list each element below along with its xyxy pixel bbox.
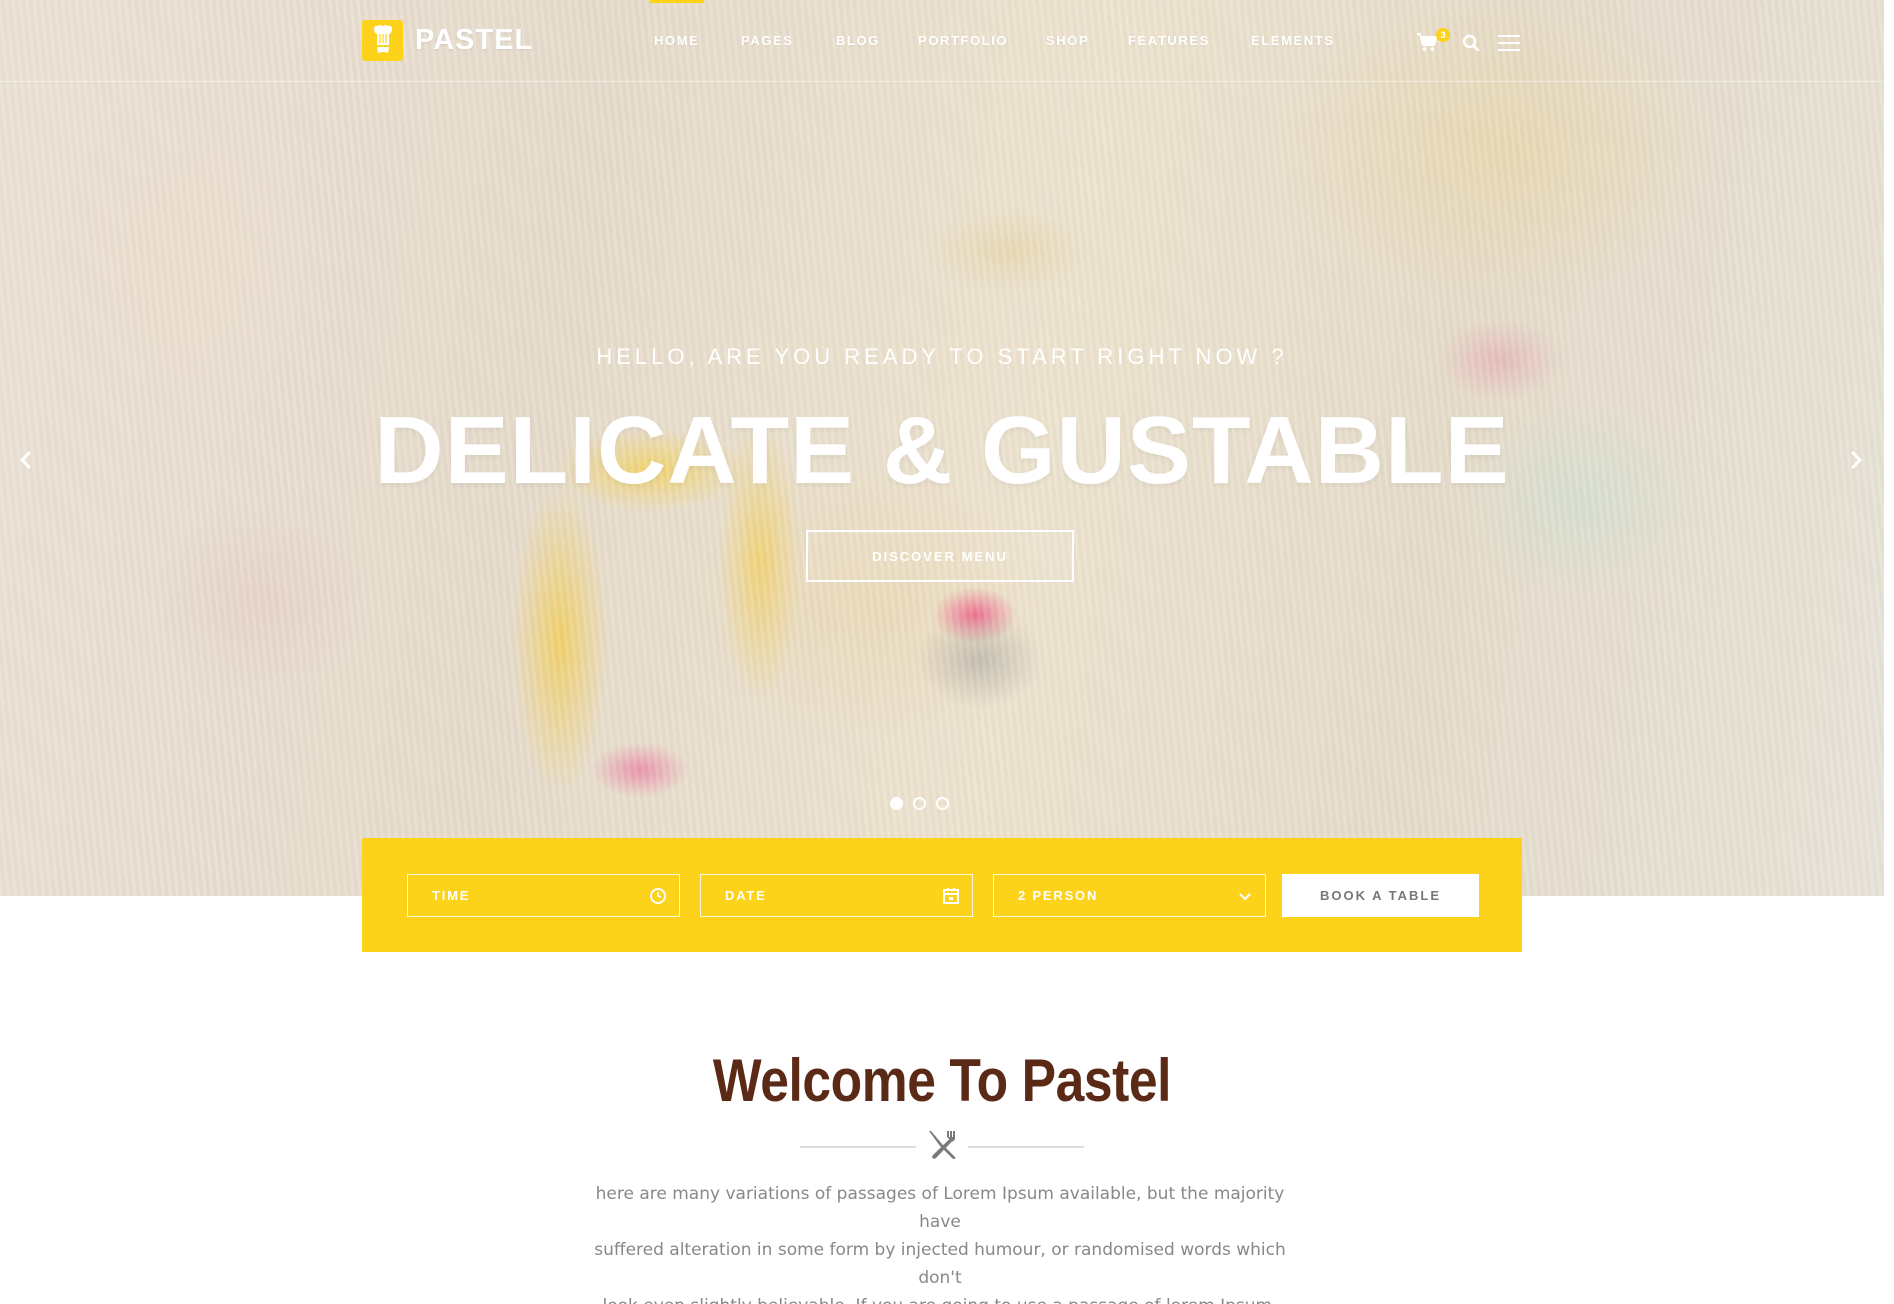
divider-line xyxy=(800,1146,916,1148)
cutlery-icon xyxy=(925,1128,959,1167)
divider-line xyxy=(968,1146,1084,1148)
discover-menu-button[interactable]: DISCOVER MENU xyxy=(806,530,1074,582)
time-field[interactable]: TIME xyxy=(407,874,680,917)
welcome-title: Welcome To Pastel xyxy=(712,1047,1172,1114)
slider-pagination xyxy=(890,797,949,810)
slider-dot[interactable] xyxy=(913,797,926,810)
date-field-placeholder: DATE xyxy=(725,888,767,903)
nav-item-portfolio[interactable]: PORTFOLIO xyxy=(918,33,1008,48)
chef-hat-icon xyxy=(362,19,403,61)
slider-prev-arrow-icon[interactable] xyxy=(14,448,38,472)
persons-select-value: 2 PERSON xyxy=(1018,888,1099,903)
nav-item-features[interactable]: FEATURES xyxy=(1128,33,1210,48)
nav-item-pages[interactable]: PAGES xyxy=(741,33,794,48)
booking-bar: TIME DATE 2 PERSON BOOK A TABLE xyxy=(362,838,1522,952)
site-header: PASTEL 3 HOME PAGES BLOG PORTFOLIO SHOP FEATU… xyxy=(0,0,1884,82)
slider-next-arrow-icon[interactable] xyxy=(1844,448,1868,472)
cart-count-badge: 3 xyxy=(1436,28,1450,42)
time-field-placeholder: TIME xyxy=(432,888,471,903)
section-divider xyxy=(800,1128,1084,1164)
slider-dot[interactable] xyxy=(890,797,903,810)
logo[interactable]: PASTEL xyxy=(362,19,533,61)
welcome-text-line: here are many variations of passages of … xyxy=(595,1184,1285,1232)
clock-icon xyxy=(649,887,667,908)
welcome-text-line: suffered alteration in some form by inje… xyxy=(594,1240,1286,1288)
hero-subtitle: HELLO, ARE YOU READY TO START RIGHT NOW … xyxy=(596,344,1288,369)
menu-icon[interactable] xyxy=(1498,35,1520,56)
search-icon[interactable] xyxy=(1462,34,1480,57)
chevron-down-icon xyxy=(1237,887,1253,908)
nav-item-home[interactable]: HOME xyxy=(654,33,699,48)
calendar-icon xyxy=(942,887,960,908)
book-table-button[interactable]: BOOK A TABLE xyxy=(1282,874,1479,917)
welcome-text-line: look even slightly believable. If you ar… xyxy=(590,1292,1290,1304)
nav-item-blog[interactable]: BLOG xyxy=(836,33,880,48)
persons-select[interactable]: 2 PERSON xyxy=(993,874,1266,917)
cart-icon[interactable] xyxy=(1416,32,1438,57)
welcome-paragraph: here are many variations of passages of … xyxy=(590,1180,1290,1304)
nav-item-elements[interactable]: ELEMENTS xyxy=(1251,33,1335,48)
logo-text: PASTEL xyxy=(415,23,534,56)
nav-active-indicator xyxy=(650,0,704,3)
hero-title: DELICATE & GUSTABLE xyxy=(374,397,1510,504)
hero-slider: HELLO, ARE YOU READY TO START RIGHT NOW … xyxy=(0,0,1884,896)
date-field[interactable]: DATE xyxy=(700,874,973,917)
nav-item-shop[interactable]: SHOP xyxy=(1046,33,1089,48)
slider-dot[interactable] xyxy=(936,797,949,810)
